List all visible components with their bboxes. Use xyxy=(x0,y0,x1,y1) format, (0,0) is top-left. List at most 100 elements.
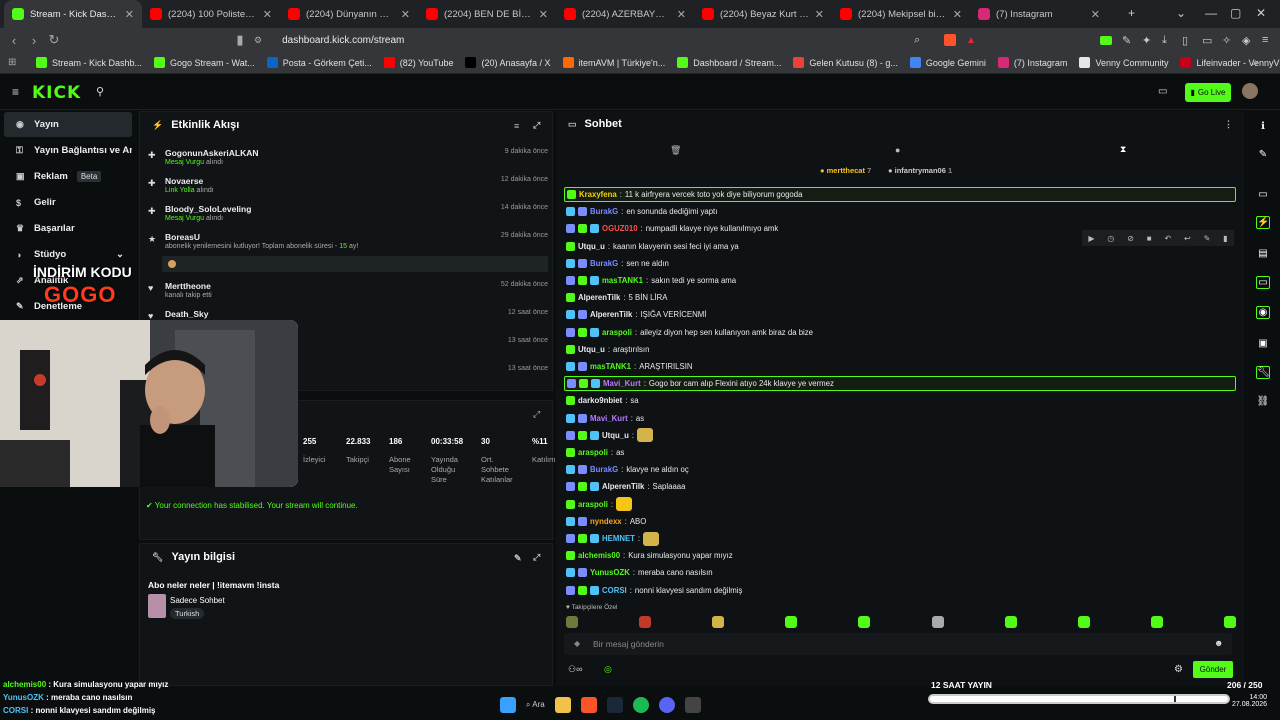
steam-icon[interactable] xyxy=(606,697,623,713)
users-icon[interactable]: ⚇∞ xyxy=(568,664,582,675)
url-field[interactable]: dashboard.kick.com/stream xyxy=(282,35,404,46)
rewards-icon[interactable]: ▲ xyxy=(966,35,976,46)
bookmark-item[interactable]: Lifeinvader - VennyV xyxy=(1180,57,1280,68)
send-button[interactable]: Gönder xyxy=(1193,661,1233,678)
activity-user[interactable]: BoreasU xyxy=(165,232,200,242)
chat-message[interactable]: nyndexx: ABO xyxy=(564,514,1236,529)
apps-icon[interactable]: ⊞ xyxy=(8,57,16,68)
chat-message[interactable]: CORSI: nonni klavyesi sandım değilmiş xyxy=(564,583,1236,598)
emoji-icon[interactable]: ☻ xyxy=(1214,638,1223,648)
chat-username[interactable]: araspoli xyxy=(602,328,632,337)
target-icon[interactable]: ◉ xyxy=(1256,306,1270,319)
browser-tab[interactable]: (2204) Dünyanın En Gizli Yahu ✕ xyxy=(280,0,418,28)
site-info-icon[interactable]: ⚙ xyxy=(254,35,262,46)
emote-icon[interactable] xyxy=(931,616,944,628)
chat-message[interactable]: Kraxyfena:11 k airfryera vercek toto yok… xyxy=(564,187,1236,202)
bookmark-item[interactable]: Stream - Kick Dashb... xyxy=(36,57,142,68)
discord-icon[interactable] xyxy=(658,697,675,713)
chat-username[interactable]: araspoli xyxy=(578,448,608,457)
panel-icon[interactable]: ▤ xyxy=(1256,248,1270,259)
chat-message[interactable]: Mavi_Kurt: Gogo bor cam alıp Flexini atıy… xyxy=(564,376,1236,392)
filter-icon[interactable]: ≡ xyxy=(514,121,519,131)
new-tab-icon[interactable]: + xyxy=(1128,6,1135,20)
emote-icon[interactable] xyxy=(1223,616,1236,628)
chat-username[interactable]: BurakG xyxy=(590,207,618,216)
chat-username[interactable]: Mavi_Kurt xyxy=(590,414,628,423)
menu-icon[interactable]: ≡ xyxy=(1262,34,1268,46)
chevron-down-icon[interactable]: ⌄ xyxy=(116,249,124,260)
browser-tab[interactable]: Stream - Kick Dashboard ✕ xyxy=(4,0,142,28)
link-icon[interactable]: ⛓ xyxy=(1256,396,1270,407)
hourglass-icon[interactable]: ⧗ xyxy=(1120,144,1126,155)
chat-message[interactable]: OGUZ010: numpadli klavye niye kullanılmıy… xyxy=(564,221,1236,236)
info-expand-icon[interactable]: ⤢ xyxy=(533,552,540,563)
reload-icon[interactable]: ↻ xyxy=(44,32,64,48)
flash-icon[interactable]: ⚡ xyxy=(1256,216,1270,229)
minimize-icon[interactable]: — xyxy=(1205,6,1217,20)
edit-icon[interactable]: ✎ xyxy=(514,553,522,564)
sidebar-toggle-icon[interactable]: ▯ xyxy=(1182,34,1188,47)
chat-message[interactable]: AlperenTilk: IŞIĞA VERİCENMİ xyxy=(564,307,1236,322)
activity-user[interactable]: Merttheone xyxy=(165,281,211,291)
tab-close-icon[interactable]: ✕ xyxy=(125,8,134,21)
chat-message[interactable]: Utqu_u: xyxy=(564,428,1236,443)
tab-close-icon[interactable]: ✕ xyxy=(539,8,548,21)
chat-input-box[interactable]: ◆ Bir mesaj gönderin ☻ xyxy=(564,633,1232,655)
emote-icon[interactable] xyxy=(858,616,871,628)
bookmark-item[interactable]: Venny Community xyxy=(1079,57,1168,68)
bookmark-item[interactable]: (7) Instagram xyxy=(997,57,1067,68)
bookmark-item[interactable]: Gogo Stream - Wat... xyxy=(154,57,255,68)
chat-username[interactable]: Mavi_Kurt xyxy=(603,379,641,388)
chat-username[interactable]: AlperenTilk xyxy=(590,310,632,319)
hamburger-icon[interactable]: ≡ xyxy=(12,85,19,99)
chat-username[interactable]: Utqu_u xyxy=(602,431,629,440)
bookmark-item[interactable]: Dashboard / Stream... xyxy=(677,57,781,68)
pen-icon[interactable]: ✎ xyxy=(1256,149,1270,160)
chat-username[interactable]: araspoli xyxy=(578,500,608,509)
chat-message[interactable]: HEMNET: xyxy=(564,531,1236,546)
chat-message[interactable]: AlperenTilk:5 BİN LİRA xyxy=(564,290,1236,305)
chat-username[interactable]: Utqu_u xyxy=(578,345,605,354)
browser-tab[interactable]: (2204) Beyaz Kurt - YouTube ✕ xyxy=(694,0,832,28)
pinned-user-1[interactable]: ● mertthecat 7 xyxy=(820,166,871,175)
sidebar-item-2[interactable]: ⚿ Yayın Bağlantısı ve Anahtarı xyxy=(4,138,132,163)
chat-rail-icon[interactable]: ▭ xyxy=(1256,276,1270,289)
chat-message[interactable]: Utqu_u: kaanın klavyenin sesi feci iyi am… xyxy=(564,239,1236,254)
chat-message[interactable]: araspoli: aileyiz diyon hep sen kullanıyo… xyxy=(564,325,1236,340)
chat-message[interactable]: masTANK1: ARAŞTIRILSIN xyxy=(564,359,1236,374)
chat-settings-icon[interactable]: ⚙ xyxy=(1174,664,1183,675)
chat-message[interactable]: araspoli: as xyxy=(564,445,1236,460)
back-icon[interactable]: ‹ xyxy=(4,33,24,48)
windows-start-icon[interactable] xyxy=(500,697,516,713)
chat-username[interactable]: masTANK1 xyxy=(590,362,631,371)
chat-message[interactable]: YunusOZK: meraba cano nasılsın xyxy=(564,565,1236,580)
sidebar-item-5[interactable]: ♛ Başarılar xyxy=(4,216,132,241)
sidebar-item-3[interactable]: ▣ Reklam Beta xyxy=(4,164,132,189)
chat-message[interactable]: araspoli: xyxy=(564,497,1236,512)
emote-icon[interactable] xyxy=(566,616,578,628)
bookmark-item[interactable]: (82) YouTube xyxy=(383,57,453,68)
chat-username[interactable]: masTANK1 xyxy=(602,276,643,285)
activity-user[interactable]: GogonunAskeriALKAN xyxy=(165,148,259,158)
tab-close-icon[interactable]: ✕ xyxy=(263,8,272,21)
chat-message[interactable]: Utqu_u: araştırılsın xyxy=(564,342,1236,357)
vpn-icon[interactable]: ◈ xyxy=(1242,34,1250,47)
browser-tab[interactable]: (7) Instagram ✕ xyxy=(970,0,1108,28)
browser-tab[interactable]: (2204) BEN DE BİLİYORUM ÖZ ✕ xyxy=(418,0,556,28)
zoom-search-icon[interactable]: ⌕ xyxy=(914,34,920,47)
box-icon[interactable]: ▣ xyxy=(1256,338,1270,349)
browser-tab[interactable]: (2204) AZERBAYCAN'IN EN G ✕ xyxy=(556,0,694,28)
layout-icon[interactable]: ▭ xyxy=(1158,86,1167,97)
chat-username[interactable]: alchemis00 xyxy=(578,551,620,560)
expand-icon[interactable]: ⤢ xyxy=(533,120,540,131)
bookmark-item[interactable]: (20) Anasayfa / X xyxy=(465,57,551,68)
tab-close-icon[interactable]: ✕ xyxy=(1091,8,1100,21)
chat-username[interactable]: HEMNET xyxy=(602,534,635,543)
message-icon[interactable]: ● xyxy=(895,145,900,155)
chat-message[interactable]: AlperenTilk: Saplaaaa xyxy=(564,479,1236,494)
spotify-icon[interactable] xyxy=(632,697,649,713)
monitor-icon[interactable]: ▭ xyxy=(1256,189,1270,200)
activity-user[interactable]: Death_Sky xyxy=(165,309,208,319)
chat-username[interactable]: CORSI xyxy=(602,586,627,595)
avatar[interactable] xyxy=(1242,83,1258,99)
